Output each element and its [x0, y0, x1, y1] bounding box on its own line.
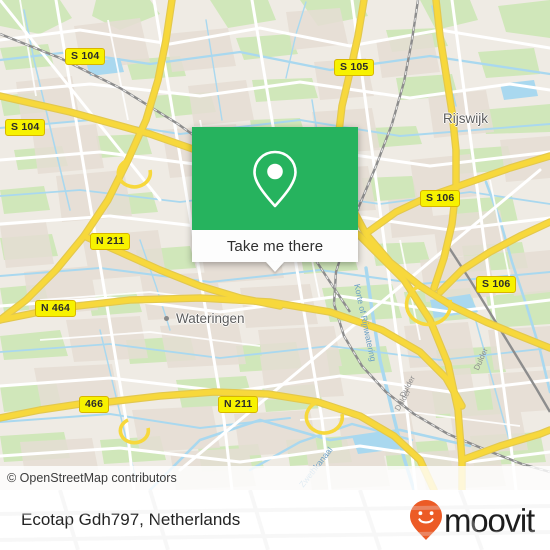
map-canvas[interactable]: S 104 S 104 S 105 S 106 S 106 N 211 N 464 466 N … [0, 0, 550, 490]
place-dot [164, 316, 169, 321]
footer-bar: Ecotap Gdh797, Netherlands moovit [0, 490, 550, 550]
place-label: Wateringen [176, 311, 245, 326]
road-shield: N 464 [35, 300, 77, 317]
location-title: Ecotap Gdh797, Netherlands [21, 510, 241, 529]
road-shield: S 104 [65, 48, 106, 65]
popup-pointer [266, 262, 284, 272]
moovit-pin-icon [410, 500, 442, 540]
road-shield: N 211 [90, 233, 131, 250]
road-shield: S 104 [5, 119, 46, 136]
road-shield: S 106 [420, 190, 461, 207]
road-shield: S 106 [476, 276, 517, 293]
road-shield: N 211 [218, 396, 259, 413]
osm-attribution-bar: © OpenStreetMap contributors [0, 466, 550, 490]
moovit-logo[interactable]: moovit [409, 499, 550, 541]
popup-icon-area [192, 127, 358, 230]
map-screenshot: S 104 S 104 S 105 S 106 S 106 N 211 N 464 466 N … [0, 0, 550, 550]
location-popup-card[interactable]: Take me there [192, 127, 358, 272]
take-me-there-button[interactable]: Take me there [192, 230, 358, 262]
road-shield: S 105 [334, 59, 375, 76]
moovit-wordmark: moovit [444, 501, 535, 539]
place-label: Rijswijk [443, 111, 488, 126]
take-me-there-label: Take me there [226, 237, 324, 255]
osm-attribution-text: © OpenStreetMap contributors [7, 471, 177, 485]
map-pin-icon [253, 150, 297, 207]
road-shield: 466 [79, 396, 110, 413]
